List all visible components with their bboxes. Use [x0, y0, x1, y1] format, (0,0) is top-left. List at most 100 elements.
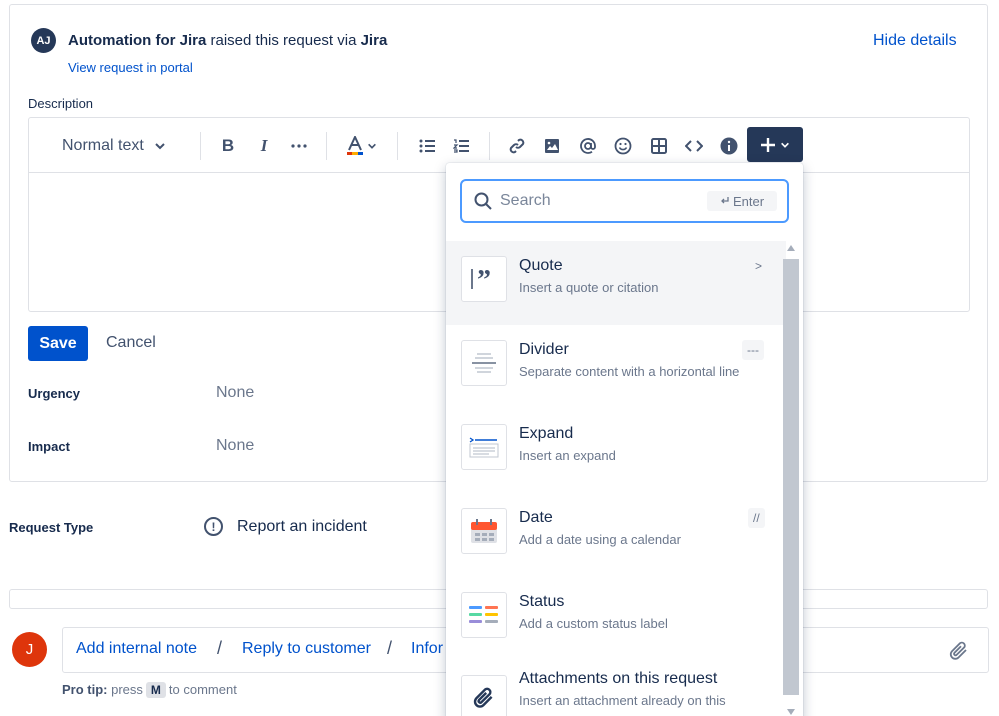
scroll-thumb[interactable]	[783, 259, 799, 695]
item-description: Insert an expand	[519, 448, 616, 463]
item-title: Divider	[519, 341, 569, 358]
paperclip-icon	[949, 641, 967, 660]
tab-separator: /	[217, 638, 223, 658]
link-icon	[509, 138, 525, 154]
mention-icon	[580, 138, 596, 154]
menu-item-divider[interactable]: Divider Separate content with a horizont…	[446, 325, 786, 409]
text-color-icon	[346, 136, 363, 155]
hide-details-link[interactable]: Hide details	[873, 32, 957, 50]
save-button[interactable]: Save	[28, 326, 88, 361]
request-type-value[interactable]: Report an incident	[237, 518, 367, 536]
italic-button[interactable]: I	[252, 132, 276, 160]
enter-hint: Enter	[707, 191, 777, 211]
numbered-list-icon	[453, 139, 469, 153]
requester-name: Automation for Jira	[68, 32, 207, 49]
status-icon	[461, 592, 507, 638]
chevron-down-icon	[155, 143, 165, 150]
attach-file-button[interactable]	[948, 640, 970, 667]
requester-line: Automation for Jira raised this request …	[68, 32, 387, 49]
pro-tip-rest: to comment	[168, 682, 237, 697]
insert-search-input[interactable]	[500, 189, 700, 213]
requester-avatar: AJ	[31, 28, 56, 53]
divider-icon	[461, 340, 507, 386]
incident-icon: !	[204, 517, 223, 536]
insert-search-box: Enter	[460, 179, 789, 223]
item-description: Add a custom status label	[519, 616, 668, 631]
impact-value[interactable]: None	[216, 437, 254, 455]
dropdown-scrollbar[interactable]	[783, 245, 799, 716]
request-type-label: Request Type	[9, 520, 94, 535]
text-color-button[interactable]	[343, 132, 379, 160]
toolbar-separator	[397, 132, 398, 160]
item-description: Separate content with a horizontal line	[519, 364, 740, 379]
code-block-button[interactable]	[682, 132, 706, 160]
more-formatting-button[interactable]	[287, 132, 311, 160]
mention-button[interactable]	[576, 132, 600, 160]
impact-label: Impact	[28, 439, 70, 454]
bold-button[interactable]: B	[216, 132, 240, 160]
toolbar-separator	[326, 132, 327, 160]
urgency-label: Urgency	[28, 386, 81, 401]
item-title: Attachments on this request	[519, 670, 718, 687]
item-description: Insert an attachment already on this	[519, 693, 726, 708]
info-panel-button[interactable]	[717, 132, 741, 160]
item-shortcut: ---	[742, 340, 764, 360]
code-icon	[685, 140, 703, 152]
image-icon	[545, 139, 559, 153]
image-button[interactable]	[540, 132, 564, 160]
menu-item-date[interactable]: Date Add a date using a calendar //	[446, 493, 786, 577]
reply-to-customer-tab[interactable]: Reply to customer	[242, 640, 371, 658]
info-tab[interactable]: Infor	[411, 640, 443, 658]
svg-text:”: ”	[477, 267, 491, 291]
menu-item-status[interactable]: Status Add a custom status label	[446, 577, 786, 661]
toolbar-separator	[200, 132, 201, 160]
tab-separator: /	[387, 638, 393, 658]
scroll-up-arrow[interactable]	[787, 245, 795, 251]
attachment-icon	[461, 675, 507, 716]
toolbar-separator	[489, 132, 490, 160]
user-avatar: J	[12, 632, 47, 667]
enter-icon	[721, 197, 729, 204]
more-icon	[291, 144, 307, 148]
expand-icon	[461, 424, 507, 470]
menu-item-expand[interactable]: Expand Insert an expand	[446, 409, 786, 493]
urgency-value[interactable]: None	[216, 384, 254, 402]
shortcut-key: M	[145, 682, 166, 698]
calendar-icon	[461, 508, 507, 554]
insert-menu-button[interactable]	[747, 127, 803, 162]
plus-icon	[761, 137, 775, 152]
view-in-portal-link[interactable]: View request in portal	[68, 60, 193, 75]
pro-tip-press: press	[111, 682, 143, 697]
pro-tip-label: Pro tip:	[62, 682, 108, 697]
add-internal-note-tab[interactable]: Add internal note	[76, 640, 197, 658]
enter-hint-text: Enter	[732, 193, 765, 209]
menu-item-attachments[interactable]: Attachments on this request Insert an at…	[446, 661, 786, 716]
table-button[interactable]	[647, 132, 671, 160]
channel-name: Jira	[360, 32, 388, 49]
quote-icon: ”	[461, 256, 507, 302]
text-style-label: Normal text	[62, 137, 144, 154]
item-title: Status	[519, 593, 565, 610]
info-icon	[720, 137, 738, 155]
cancel-button[interactable]: Cancel	[106, 334, 156, 352]
description-label: Description	[28, 96, 94, 111]
item-title: Expand	[519, 425, 574, 442]
insert-menu-dropdown: Enter ” Quote Insert a quote or citation…	[446, 163, 803, 716]
emoji-icon	[614, 137, 632, 155]
raised-text: raised this request via	[210, 32, 357, 49]
scroll-down-arrow[interactable]	[787, 709, 795, 715]
link-button[interactable]	[505, 132, 529, 160]
menu-item-quote[interactable]: ” Quote Insert a quote or citation >	[446, 241, 786, 325]
chevron-down-icon	[367, 143, 376, 149]
chevron-down-icon	[781, 142, 789, 148]
item-title: Quote	[519, 257, 563, 274]
item-description: Add a date using a calendar	[519, 532, 681, 547]
search-icon	[474, 192, 492, 210]
text-style-dropdown[interactable]: Normal text	[62, 132, 174, 160]
bullet-list-button[interactable]	[415, 132, 439, 160]
item-shortcut: >	[750, 256, 768, 276]
emoji-button[interactable]	[611, 132, 635, 160]
numbered-list-button[interactable]	[449, 132, 473, 160]
bullet-list-icon	[419, 139, 435, 153]
item-title: Date	[519, 509, 553, 526]
